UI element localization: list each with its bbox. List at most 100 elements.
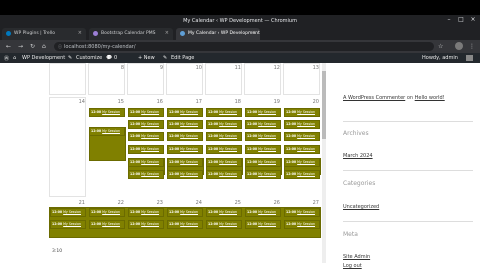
event-item[interactable]: 12:00 My Session bbox=[245, 120, 281, 129]
home-icon: ⌂ bbox=[13, 55, 17, 61]
event-item[interactable]: 12:00 My Session bbox=[245, 170, 281, 179]
event-item[interactable]: 12:00 My Session bbox=[89, 220, 125, 229]
event-item[interactable]: 12:00 My Session bbox=[206, 220, 242, 229]
maximize-icon[interactable]: □ bbox=[458, 17, 464, 23]
event-item[interactable]: 12:00 My Session bbox=[284, 170, 320, 179]
divider bbox=[343, 221, 473, 222]
scrollbar-thumb[interactable] bbox=[322, 71, 326, 139]
event-item[interactable]: 12:00 My Session bbox=[167, 120, 203, 129]
event-item[interactable]: 12:00 My Session bbox=[167, 220, 203, 229]
howdy-user[interactable]: Howdy, admin bbox=[422, 55, 458, 61]
event-item[interactable]: 12:00 My Session bbox=[128, 145, 164, 154]
day-cell[interactable] bbox=[127, 63, 164, 95]
event-item[interactable]: 12:00 My Session bbox=[128, 108, 164, 117]
day-cell[interactable] bbox=[244, 63, 281, 95]
tab-label: WP Plugins | Trello bbox=[14, 31, 55, 36]
event-item[interactable]: 12:00 My Session bbox=[206, 132, 242, 141]
event-item[interactable]: 12:00 My Session bbox=[284, 208, 320, 217]
event-item[interactable]: 12:00 My Session bbox=[284, 120, 320, 129]
event-item[interactable]: 12:00 My Session bbox=[167, 170, 203, 179]
day-cell[interactable] bbox=[88, 63, 125, 95]
customize-link[interactable]: Customize bbox=[76, 55, 102, 61]
event-item[interactable]: 12:00 My Session bbox=[128, 158, 164, 167]
event-item[interactable]: 12:00 My Session bbox=[50, 220, 86, 229]
menu-icon[interactable]: ⋮ bbox=[469, 43, 475, 50]
event-item[interactable]: 12:00 My Session bbox=[284, 145, 320, 154]
minimize-icon[interactable]: – bbox=[446, 17, 452, 23]
profile-avatar-icon[interactable] bbox=[455, 42, 463, 50]
day-cell[interactable] bbox=[49, 97, 86, 197]
event-item[interactable]: 12:00 My Session bbox=[206, 208, 242, 217]
event-item[interactable]: 12:00 My Session bbox=[245, 108, 281, 117]
new-link[interactable]: + New bbox=[138, 55, 155, 61]
divider bbox=[343, 170, 473, 171]
event-item[interactable]: 12:00 My Session bbox=[245, 145, 281, 154]
category-link[interactable]: Uncategorized bbox=[343, 204, 379, 210]
day-number: 20 bbox=[312, 99, 319, 105]
event-item[interactable]: 12:00 My Session bbox=[206, 170, 242, 179]
bootstrap-favicon-icon bbox=[93, 31, 98, 36]
wp-admin-bar: Ⓦ ⌂ WP Development ✎ Customize 💬 0 + New… bbox=[0, 53, 480, 63]
event-item[interactable]: 12:00 My Session bbox=[89, 208, 125, 217]
edit-page-link[interactable]: Edit Page bbox=[171, 55, 194, 61]
url-field[interactable]: ⓘ localhost:8080/my-calendar/ bbox=[54, 42, 434, 51]
day-cell[interactable] bbox=[166, 63, 203, 95]
comment-post-link[interactable]: Hello world! bbox=[415, 95, 445, 101]
reload-icon[interactable]: ↻ bbox=[30, 43, 35, 50]
site-name-link[interactable]: WP Development bbox=[22, 55, 65, 61]
event-item[interactable]: 12:00 My Session bbox=[167, 132, 203, 141]
event-item[interactable]: 12:00 My Session bbox=[128, 120, 164, 129]
event-item[interactable]: 12:00 My Session bbox=[128, 132, 164, 141]
wordpress-favicon-icon bbox=[180, 31, 185, 36]
tab-trello[interactable]: WP Plugins | Trello × bbox=[2, 28, 86, 40]
event-item[interactable]: 12:00 My Session bbox=[206, 145, 242, 154]
meta-heading: Meta bbox=[343, 231, 358, 238]
event-item[interactable]: 12:00 My Session bbox=[245, 208, 281, 217]
event-item[interactable]: 12:00 My Session bbox=[128, 208, 164, 217]
calendar-scrollbar[interactable] bbox=[322, 63, 326, 263]
archive-link[interactable]: March 2024 bbox=[343, 153, 373, 159]
event-item[interactable]: 12:00 My Session bbox=[206, 120, 242, 129]
meta-link[interactable]: Log out bbox=[343, 263, 362, 269]
event-item[interactable]: 12:00 My Session bbox=[284, 132, 320, 141]
day-cell[interactable] bbox=[49, 63, 86, 95]
tab-bootstrap-calendar[interactable]: Bootstrap Calendar PMS × bbox=[89, 28, 173, 40]
day-number: 16 bbox=[156, 99, 163, 105]
forward-icon[interactable]: → bbox=[18, 43, 23, 50]
event-item[interactable]: 12:00 My Session bbox=[89, 127, 125, 136]
event-item[interactable]: 12:00 My Session bbox=[245, 132, 281, 141]
wordpress-logo-icon[interactable]: Ⓦ bbox=[4, 55, 9, 62]
close-tab-icon[interactable]: × bbox=[165, 30, 169, 36]
close-window-icon[interactable]: × bbox=[470, 17, 476, 23]
home-icon[interactable]: ⌂ bbox=[42, 43, 46, 50]
tab-bar: WP Plugins | Trello × Bootstrap Calendar… bbox=[0, 27, 480, 48]
event-item[interactable]: 12:00 My Session bbox=[245, 220, 281, 229]
event-item[interactable]: 12:00 My Session bbox=[284, 108, 320, 117]
event-item[interactable]: 12:00 My Session bbox=[284, 158, 320, 167]
event-item[interactable]: 12:00 My Session bbox=[167, 208, 203, 217]
event-item[interactable]: 12:00 My Session bbox=[89, 108, 125, 117]
close-tab-icon[interactable]: × bbox=[78, 30, 82, 36]
close-tab-icon[interactable]: × bbox=[252, 30, 256, 36]
event-item[interactable]: 12:00 My Session bbox=[50, 208, 86, 217]
event-item[interactable]: 12:00 My Session bbox=[245, 158, 281, 167]
event-item[interactable]: 12:00 My Session bbox=[167, 158, 203, 167]
comment-author-link[interactable]: A WordPress Commenter bbox=[343, 95, 405, 101]
address-bar: ← → ↻ ⌂ ⓘ localhost:8080/my-calendar/ ☆ … bbox=[0, 40, 480, 53]
event-item[interactable]: 12:00 My Session bbox=[206, 108, 242, 117]
event-item[interactable]: 12:00 My Session bbox=[128, 170, 164, 179]
comments-icon[interactable]: 💬 bbox=[106, 55, 112, 61]
event-item[interactable]: 12:00 My Session bbox=[128, 220, 164, 229]
meta-link[interactable]: Site Admin bbox=[343, 254, 370, 260]
day-cell[interactable] bbox=[205, 63, 242, 95]
tab-my-calendar[interactable]: My Calendar ‹ WP Development × bbox=[176, 28, 260, 40]
user-avatar-icon[interactable] bbox=[466, 55, 473, 61]
event-item[interactable]: 12:00 My Session bbox=[167, 145, 203, 154]
event-item[interactable]: 12:00 My Session bbox=[206, 158, 242, 167]
bookmark-star-icon[interactable]: ☆ bbox=[438, 43, 443, 50]
back-icon[interactable]: ← bbox=[6, 43, 11, 50]
day-cell[interactable] bbox=[283, 63, 320, 95]
event-item[interactable]: 12:00 My Session bbox=[284, 220, 320, 229]
info-icon[interactable]: ⓘ bbox=[58, 44, 62, 50]
event-item[interactable]: 12:00 My Session bbox=[167, 108, 203, 117]
